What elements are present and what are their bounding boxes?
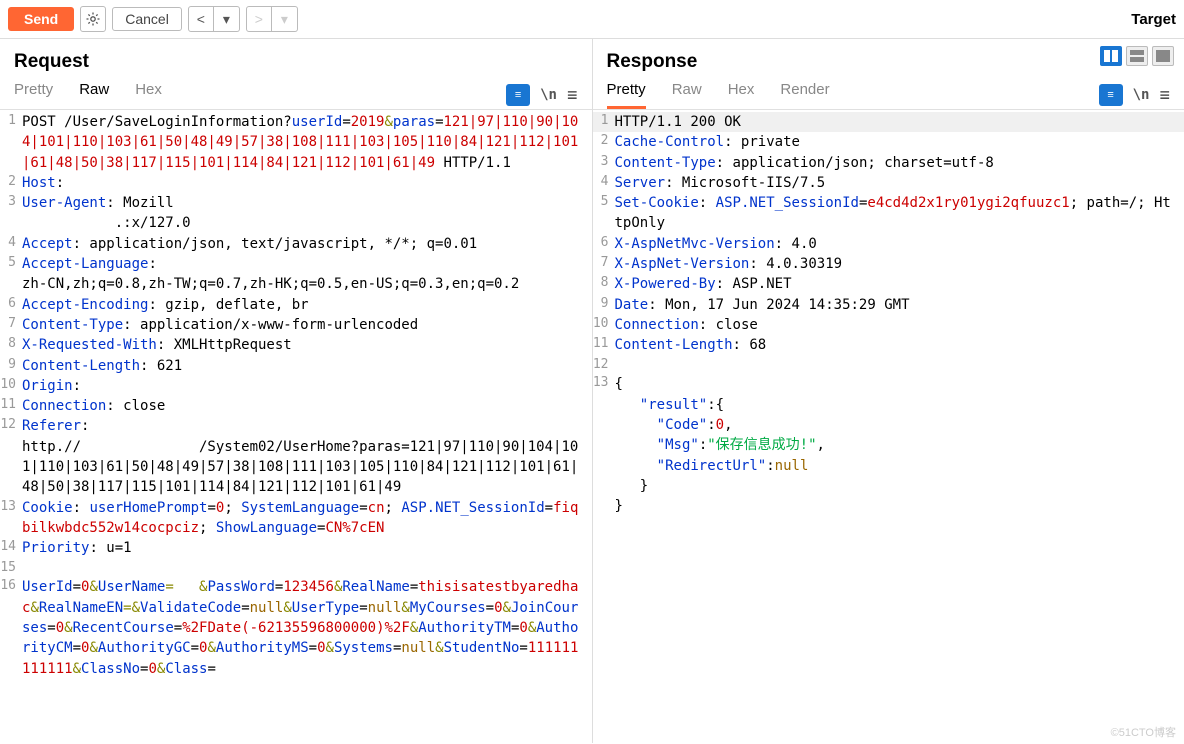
actions-button[interactable]: ≡ xyxy=(506,84,530,106)
newline-toggle[interactable]: \n xyxy=(1133,87,1150,103)
tab-pretty[interactable]: Pretty xyxy=(607,81,646,109)
chevron-right-icon: > xyxy=(255,11,263,27)
newline-toggle[interactable]: \n xyxy=(540,87,557,103)
request-title: Request xyxy=(14,51,578,73)
view-mode-toolbar xyxy=(1100,46,1174,66)
tab-hex[interactable]: Hex xyxy=(728,81,755,109)
view-split-button[interactable] xyxy=(1100,46,1122,66)
response-panel: Response Pretty Raw Hex Render ≡ \n ≡ 1H… xyxy=(593,39,1184,743)
nav-back-group: < ▾ xyxy=(188,6,240,32)
request-code[interactable]: 1POST /User/SaveLoginInformation?userId=… xyxy=(0,110,592,743)
target-label: Target xyxy=(1131,11,1176,28)
response-tabs: Pretty Raw Hex Render ≡ \n ≡ xyxy=(593,73,1184,110)
request-panel: Request Pretty Raw Hex ≡ \n ≡ 1POST /Use… xyxy=(0,39,593,743)
toolbar: Send Cancel < ▾ > ▾ Target xyxy=(0,0,1184,39)
response-code[interactable]: 1HTTP/1.1 200 OK 2Cache-Control: private… xyxy=(593,110,1184,743)
tab-pretty[interactable]: Pretty xyxy=(14,81,53,109)
view-stack-button[interactable] xyxy=(1126,46,1148,66)
view-single-button[interactable] xyxy=(1152,46,1174,66)
nav-forward-button[interactable]: > xyxy=(246,6,272,32)
hamburger-icon: ≡ xyxy=(1159,85,1170,105)
send-button[interactable]: Send xyxy=(8,7,74,31)
gear-icon xyxy=(85,11,101,27)
tab-hex[interactable]: Hex xyxy=(135,81,162,109)
actions-icon: ≡ xyxy=(515,89,521,101)
cancel-button[interactable]: Cancel xyxy=(112,7,182,31)
menu-button[interactable]: ≡ xyxy=(1159,85,1170,106)
nav-back-dropdown[interactable]: ▾ xyxy=(214,6,240,32)
tab-raw[interactable]: Raw xyxy=(672,81,702,109)
single-view-icon xyxy=(1156,50,1170,62)
actions-icon: ≡ xyxy=(1107,89,1113,101)
watermark: ©51CTO博客 xyxy=(1111,724,1176,740)
settings-button[interactable] xyxy=(80,6,106,32)
main-split: Request Pretty Raw Hex ≡ \n ≡ 1POST /Use… xyxy=(0,39,1184,743)
actions-button[interactable]: ≡ xyxy=(1099,84,1123,106)
split-view-icon xyxy=(1104,50,1118,62)
caret-down-icon: ▾ xyxy=(281,11,288,28)
response-title: Response xyxy=(607,51,1171,73)
nav-back-button[interactable]: < xyxy=(188,6,214,32)
stack-view-icon xyxy=(1130,50,1144,62)
nav-forward-dropdown[interactable]: ▾ xyxy=(272,6,298,32)
tab-render[interactable]: Render xyxy=(780,81,829,109)
tab-raw[interactable]: Raw xyxy=(79,81,109,109)
request-tabs: Pretty Raw Hex ≡ \n ≡ xyxy=(0,73,592,110)
nav-forward-group: > ▾ xyxy=(246,6,298,32)
caret-down-icon: ▾ xyxy=(223,11,230,28)
hamburger-icon: ≡ xyxy=(567,85,578,105)
chevron-left-icon: < xyxy=(197,11,205,27)
menu-button[interactable]: ≡ xyxy=(567,85,578,106)
